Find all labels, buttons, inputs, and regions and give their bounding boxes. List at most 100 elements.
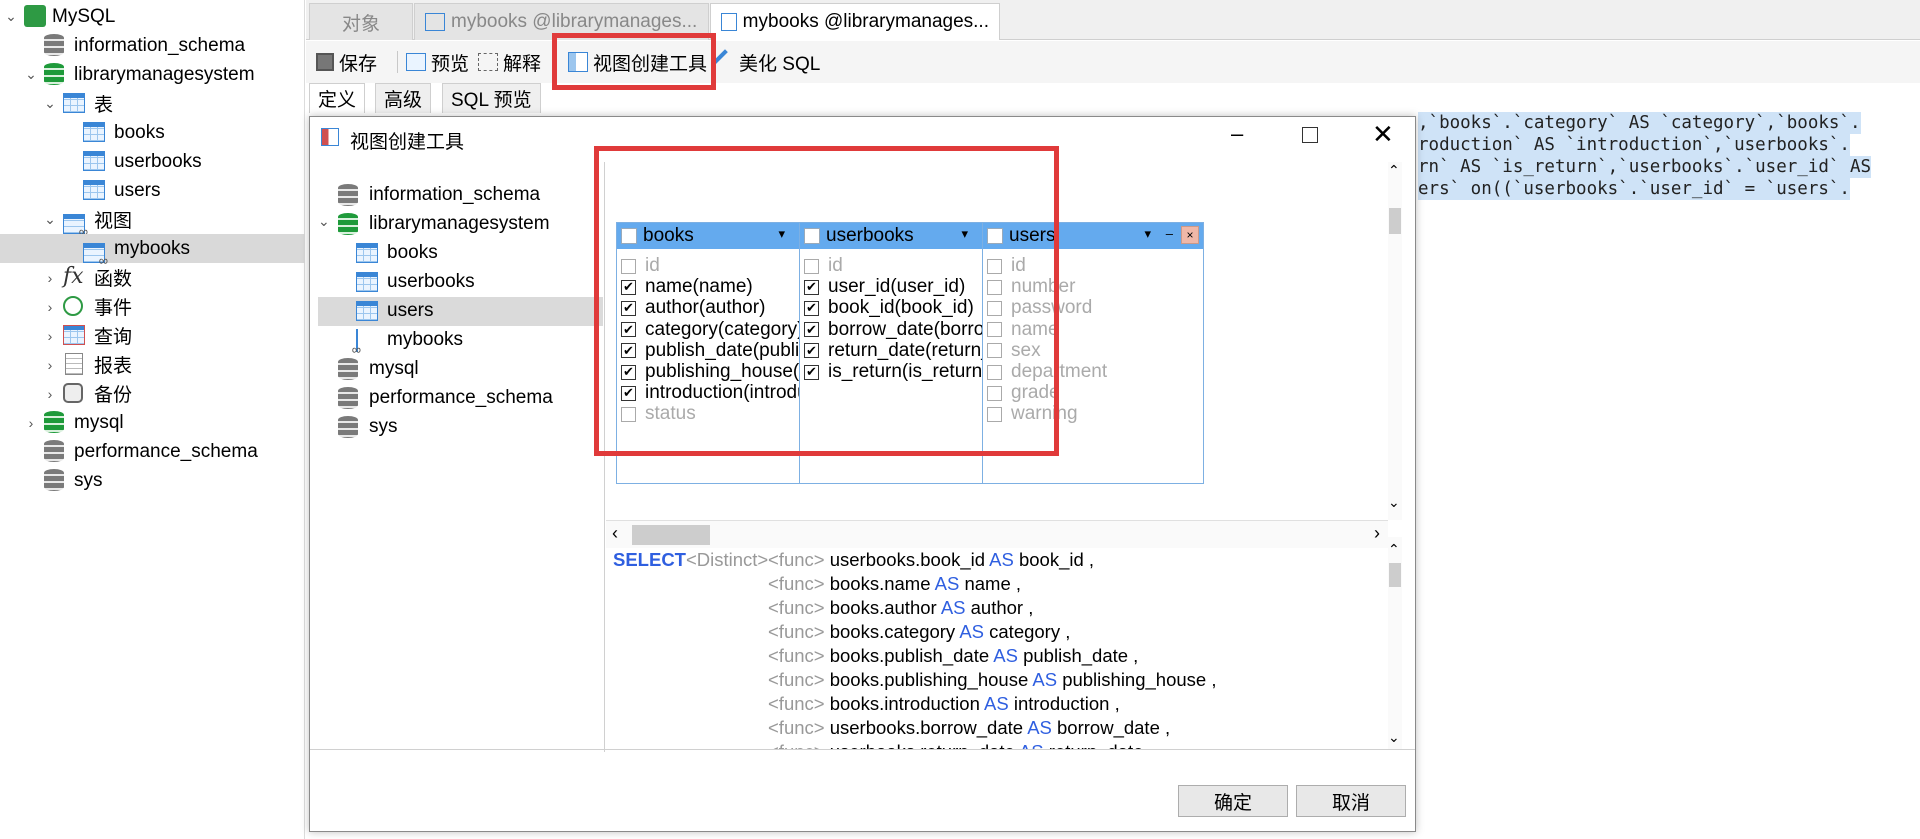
minimize-icon[interactable]: –	[1166, 226, 1173, 241]
func-token[interactable]: <func>	[768, 669, 825, 690]
preview-icon	[406, 53, 426, 71]
sql-line: ers` on((`userbooks`.`user_id` = `users`…	[1418, 178, 1850, 200]
sql-field-line[interactable]: <func> books.category AS category ,	[768, 621, 1070, 645]
func-token[interactable]: <func>	[768, 621, 825, 642]
subtab-sql-preview[interactable]: SQL 预览	[442, 83, 541, 113]
maximize-button[interactable]	[1302, 127, 1318, 143]
sql-field-line[interactable]: <func> books.publish_date AS publish_dat…	[768, 645, 1138, 669]
dlg-tree-books[interactable]: books	[318, 239, 603, 268]
tree-item-mybooks[interactable]: mybooks	[0, 234, 305, 268]
dlg-tree-mysql[interactable]: mysql	[318, 355, 603, 384]
tree-item-tables[interactable]: ⌄ 表	[0, 89, 305, 118]
tree-item-queries[interactable]: › 查询	[0, 321, 305, 350]
sql-field-line[interactable]: <func> userbooks.return_date AS return_d…	[768, 741, 1154, 749]
scroll-thumb[interactable]	[1389, 563, 1401, 587]
as-keyword: AS	[989, 549, 1014, 570]
tree-item-performance-schema[interactable]: performance_schema	[0, 437, 305, 466]
func-token[interactable]: <func>	[768, 693, 825, 714]
chevron-right-icon[interactable]: ›	[43, 299, 57, 315]
minimize-button[interactable]: –	[1231, 121, 1243, 147]
explain-icon	[478, 53, 498, 71]
scroll-up-icon[interactable]: ⌃	[1388, 162, 1400, 179]
ok-button[interactable]: 确定	[1178, 785, 1288, 817]
field-expression: books.publish_date	[829, 645, 990, 666]
distinct-token[interactable]: <Distinct>	[686, 549, 768, 570]
chevron-down-icon[interactable]: ⌄	[24, 66, 38, 83]
tree-item-books[interactable]: books	[0, 118, 305, 147]
tree-label: books	[387, 242, 438, 263]
dlg-tree-information-schema[interactable]: information_schema	[318, 181, 603, 210]
as-keyword: AS	[993, 645, 1018, 666]
tree-item-events[interactable]: › 事件	[0, 292, 305, 321]
tree-item-views[interactable]: ⌄ 视图	[0, 205, 305, 239]
dlg-tree-librarymanagesystem[interactable]: ⌄ librarymanagesystem	[318, 210, 603, 239]
scroll-up-icon[interactable]: ⌃	[1388, 541, 1400, 558]
chevron-right-icon[interactable]: ›	[43, 270, 57, 286]
sql-field-line[interactable]: <func> userbooks.borrow_date AS borrow_d…	[768, 717, 1170, 741]
sql-field-line[interactable]: <func> books.introduction AS introductio…	[768, 693, 1120, 717]
tab-mybooks-2[interactable]: mybooks @librarymanages...	[710, 3, 1000, 40]
menu-icon[interactable]: ▾	[1144, 226, 1151, 242]
scroll-down-icon[interactable]: ⌄	[1388, 494, 1400, 511]
database-icon	[44, 63, 64, 85]
query-icon	[63, 325, 85, 345]
tree-item-sys[interactable]: sys	[0, 466, 305, 495]
func-token[interactable]: <func>	[768, 549, 825, 570]
tree-item-reports[interactable]: › 报表	[0, 350, 305, 379]
subtab-definition[interactable]: 定义	[309, 83, 366, 113]
tree-label: performance_schema	[369, 387, 553, 408]
tree-label: 事件	[94, 298, 133, 319]
chevron-down-icon[interactable]: ⌄	[43, 211, 57, 228]
field-expression: books.category	[829, 621, 956, 642]
tree-root-mysql[interactable]: ⌄ MySQL	[0, 2, 305, 31]
close-icon[interactable]: ×	[1181, 226, 1199, 244]
tree-item-functions[interactable]: › fx 函数	[0, 263, 305, 292]
tree-item-information-schema[interactable]: information_schema	[0, 31, 305, 60]
tree-item-librarymanagesystem[interactable]: ⌄ librarymanagesystem	[0, 60, 305, 89]
tree-label: users	[387, 300, 434, 321]
save-button[interactable]: 保存	[316, 47, 377, 77]
cancel-button[interactable]: 取消	[1296, 785, 1406, 817]
tab-objects[interactable]: 对象	[309, 3, 413, 40]
chevron-right-icon[interactable]: ›	[24, 415, 38, 431]
dlg-tree-userbooks[interactable]: userbooks	[318, 268, 603, 297]
tree-item-users[interactable]: users	[0, 176, 305, 205]
tree-item-backup[interactable]: › 备份	[0, 379, 305, 408]
table-icon	[83, 180, 105, 200]
tree-label: userbooks	[114, 150, 202, 172]
sql-field-line[interactable]: <func> books.author AS author ,	[768, 597, 1033, 621]
func-token[interactable]: <func>	[768, 645, 825, 666]
subtab-advanced[interactable]: 高级	[375, 83, 432, 113]
close-button[interactable]: ✕	[1372, 119, 1394, 150]
beautify-sql-button[interactable]: 美化 SQL	[712, 47, 820, 77]
explain-button[interactable]: 解释	[478, 47, 541, 77]
scroll-down-icon[interactable]: ⌄	[1388, 729, 1400, 746]
scroll-thumb[interactable]	[1389, 208, 1401, 234]
chevron-down-icon[interactable]: ⌄	[318, 213, 330, 230]
chevron-right-icon[interactable]: ›	[43, 328, 57, 344]
sql-field-line[interactable]: <func> books.name AS name ,	[768, 573, 1021, 597]
dlg-tree-sys[interactable]: sys	[318, 413, 603, 442]
tree-item-mysql[interactable]: › mysql	[0, 408, 305, 437]
dlg-tree-performance-schema[interactable]: performance_schema	[318, 384, 603, 413]
as-keyword: AS	[1032, 669, 1058, 690]
chevron-right-icon[interactable]: ›	[43, 357, 57, 373]
sql-vertical-scrollbar[interactable]: ⌃ ⌄	[1388, 537, 1402, 749]
chevron-right-icon[interactable]: ›	[43, 386, 57, 402]
sql-builder-area[interactable]: SELECT<Distinct> <func> userbooks.book_i…	[606, 537, 1402, 749]
dlg-tree-users[interactable]: users	[318, 297, 603, 326]
func-token[interactable]: <func>	[768, 597, 825, 618]
definition-sql-text[interactable]: ,`books`.`category` AS `category`,`books…	[1418, 112, 1918, 200]
tree-item-userbooks[interactable]: userbooks	[0, 147, 305, 176]
sql-field-line[interactable]: <func> books.publishing_house AS publish…	[768, 669, 1216, 693]
sql-field-line[interactable]: <func> userbooks.book_id AS book_id ,	[768, 549, 1094, 573]
func-token[interactable]: <func>	[768, 717, 825, 738]
func-token[interactable]: <func>	[768, 573, 825, 594]
vertical-scrollbar[interactable]: ⌃ ⌄	[1388, 162, 1402, 520]
preview-button[interactable]: 预览	[406, 47, 469, 77]
chevron-down-icon[interactable]: ⌄	[4, 8, 18, 25]
chevron-down-icon[interactable]: ⌄	[43, 95, 57, 112]
func-token[interactable]: <func>	[768, 741, 825, 749]
database-icon	[44, 469, 64, 491]
dlg-tree-mybooks[interactable]: mybooks	[318, 326, 603, 355]
